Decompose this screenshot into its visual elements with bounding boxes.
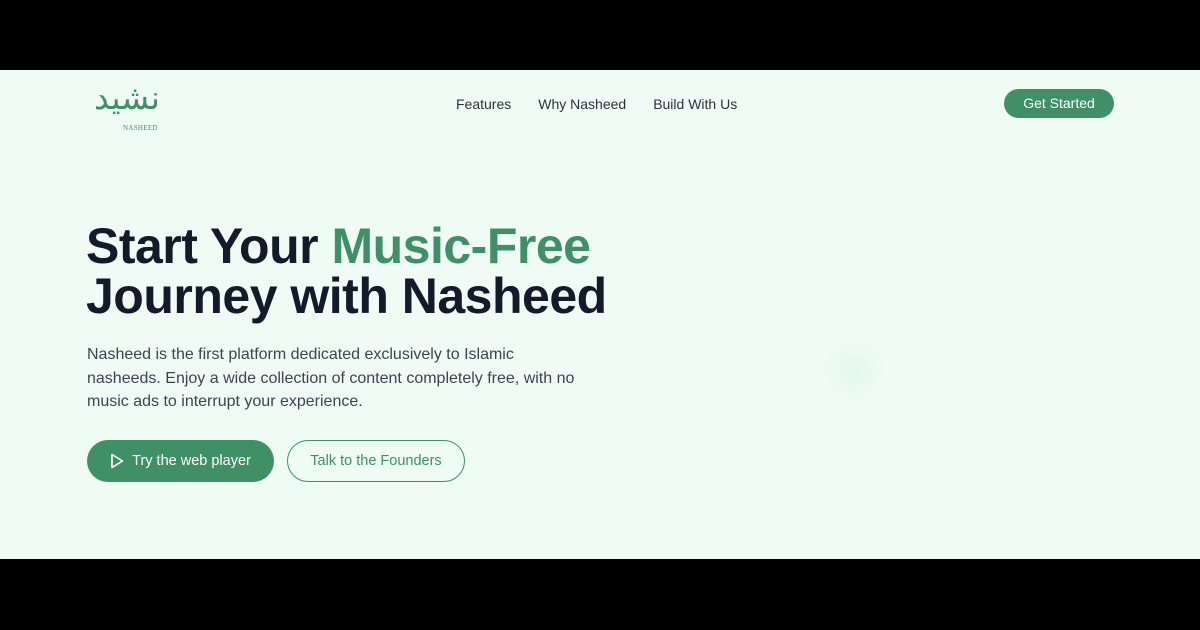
headline-text-end: Journey with Nasheed xyxy=(86,268,607,324)
nav-link-why-nasheed[interactable]: Why Nasheed xyxy=(538,95,626,113)
talk-to-founders-button[interactable]: Talk to the Founders xyxy=(287,440,465,482)
play-icon xyxy=(111,453,124,469)
logo-arabic-text: نشيد xyxy=(94,78,160,117)
try-web-player-button[interactable]: Try the web player xyxy=(87,440,274,482)
nav-link-build-with-us[interactable]: Build With Us xyxy=(653,95,737,113)
logo-wordmark: NASHEED xyxy=(123,124,158,132)
hero-description: Nasheed is the first platform dedicated … xyxy=(87,346,575,410)
decorative-glow xyxy=(820,335,890,405)
headline-text-start: Start Your xyxy=(86,218,332,274)
headline-accent-text: Music-Free xyxy=(331,218,591,274)
try-web-player-label: Try the web player xyxy=(132,453,251,469)
landing-page: نشيد NASHEED Features Why Nasheed Build … xyxy=(0,70,1200,559)
main-nav: Features Why Nasheed Build With Us xyxy=(456,95,737,113)
get-started-button[interactable]: Get Started xyxy=(1004,89,1114,118)
hero-headline: Start Your Music-Free Journey with Nashee… xyxy=(86,221,706,321)
nav-link-features[interactable]: Features xyxy=(456,95,511,113)
nasheed-logo[interactable]: نشيد NASHEED xyxy=(90,78,164,132)
